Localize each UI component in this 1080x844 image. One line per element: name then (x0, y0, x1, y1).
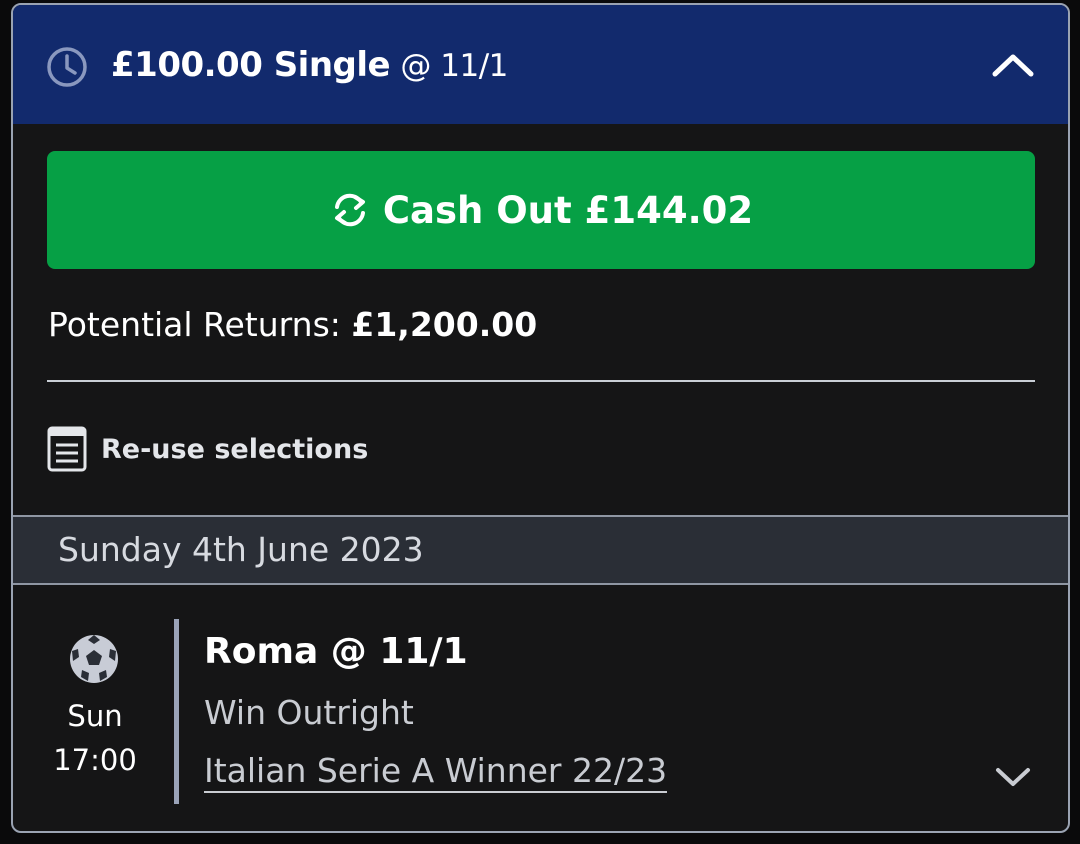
bet-title: £100.00 Single @ 11/1 (111, 45, 508, 85)
bet-odds: @ 11/1 (400, 48, 508, 84)
selection-name: Roma @ 11/1 (204, 631, 468, 672)
selection-accent-bar (174, 619, 179, 804)
potential-returns: Potential Returns: £1,200.00 (48, 305, 537, 344)
reuse-selections-button[interactable]: Re-use selections (47, 426, 368, 472)
document-icon (47, 426, 87, 472)
refresh-icon (334, 193, 365, 227)
bet-card: £100.00 Single @ 11/1 Cash Out £144.02 P… (11, 3, 1070, 833)
potential-returns-value: £1,200.00 (351, 305, 538, 344)
cash-out-button[interactable]: Cash Out £144.02 (47, 151, 1035, 269)
clock-icon (47, 47, 87, 87)
potential-returns-label: Potential Returns: (48, 305, 341, 344)
event-day: Sun (67, 699, 123, 733)
football-icon (70, 635, 118, 683)
chevron-down-icon[interactable] (993, 763, 1033, 791)
date-band: Sunday 4th June 2023 (13, 515, 1068, 585)
event-link[interactable]: Italian Serie A Winner 22/23 (204, 751, 668, 793)
market-name: Win Outright (204, 693, 414, 732)
chevron-up-icon[interactable] (990, 49, 1036, 81)
bet-header[interactable]: £100.00 Single @ 11/1 (13, 5, 1068, 124)
cash-out-label: Cash Out £144.02 (382, 188, 754, 232)
event-date: Sunday 4th June 2023 (58, 530, 424, 569)
bet-stake: £100.00 Single (111, 45, 391, 85)
event-time: 17:00 (53, 743, 137, 777)
divider (47, 380, 1035, 382)
reuse-selections-label: Re-use selections (101, 433, 369, 465)
